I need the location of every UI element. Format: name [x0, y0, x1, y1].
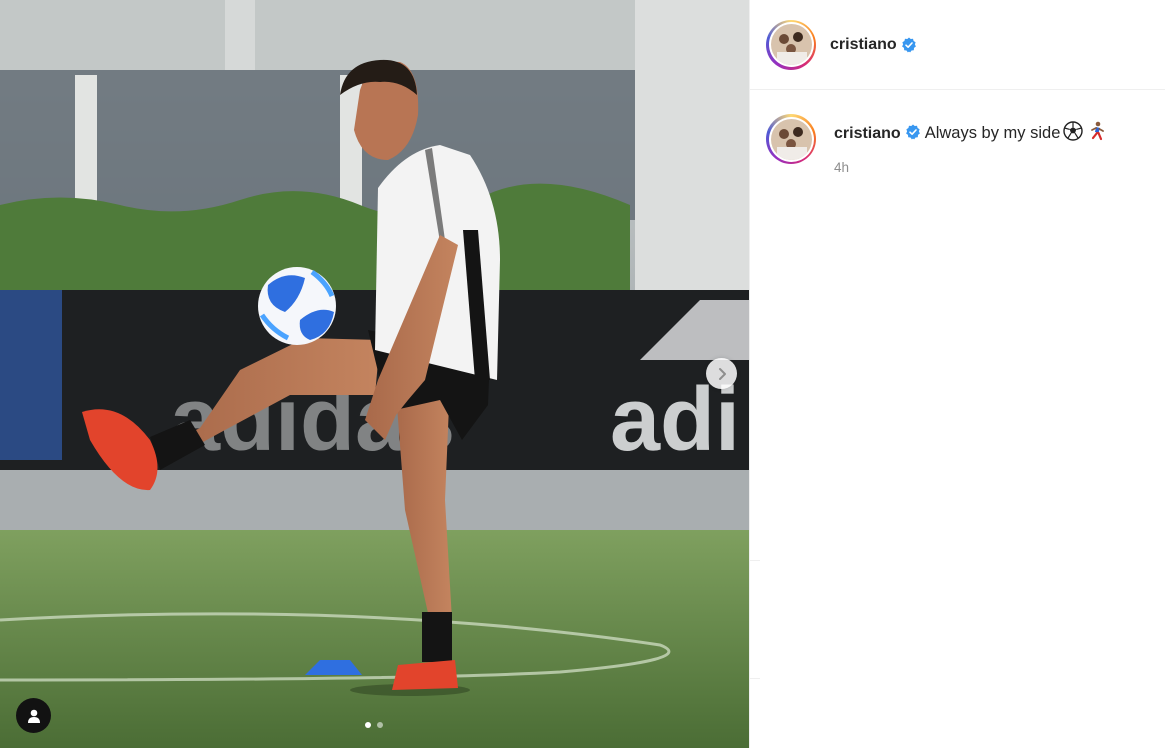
carousel-dot-active	[365, 722, 371, 728]
verified-badge-icon	[901, 37, 916, 52]
caption-avatar[interactable]	[766, 114, 816, 164]
post-timestamp[interactable]: 4h	[834, 160, 1106, 175]
post-photo: adi adidas	[0, 0, 749, 748]
tagged-people-button[interactable]	[16, 698, 51, 733]
header-username[interactable]: cristiano	[830, 36, 897, 54]
soccer-ball-emoji	[1063, 121, 1084, 141]
carousel-indicator	[365, 722, 383, 728]
carousel-dot	[377, 722, 383, 728]
caption-comment: cristiano Always by my side 4h	[750, 90, 1165, 175]
avatar-image	[770, 24, 812, 65]
chevron-right-icon	[718, 367, 726, 380]
post-media: adi adidas	[0, 0, 749, 748]
avatar-image	[770, 118, 812, 160]
post-viewer: adi adidas cristiano cristiano Always by…	[0, 0, 1165, 748]
post-side-panel: cristiano cristiano Always by my side 4h	[749, 0, 1165, 748]
caption-text: Always by my side	[924, 124, 1061, 142]
person-tag-icon	[27, 709, 40, 723]
divider	[750, 678, 760, 679]
caption-username[interactable]: cristiano	[834, 125, 901, 142]
header-avatar[interactable]	[766, 19, 816, 70]
caption-line: cristiano Always by my side	[834, 121, 1106, 144]
running-person-emoji	[1091, 121, 1105, 141]
verified-badge-icon	[905, 124, 920, 140]
divider	[750, 560, 760, 561]
post-header: cristiano	[750, 0, 1165, 90]
next-slide-button[interactable]	[706, 358, 737, 389]
